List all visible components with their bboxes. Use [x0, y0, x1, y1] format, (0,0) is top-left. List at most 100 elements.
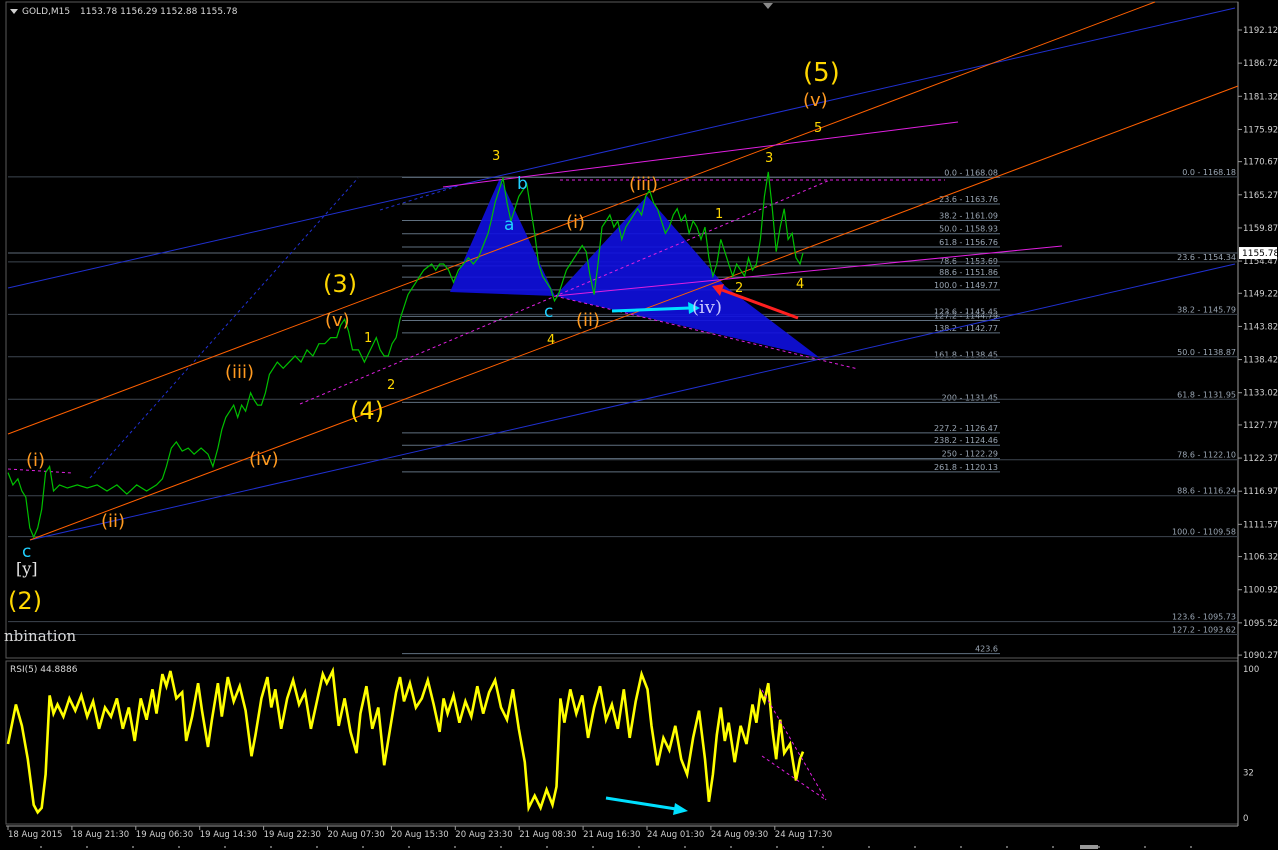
time-tick-label: 19 Aug 14:30	[200, 830, 257, 840]
wave-label: (4)	[350, 397, 384, 425]
wave-label: (iii)	[225, 362, 254, 383]
wave-label: 5	[814, 121, 822, 136]
wave-label: (iv)	[692, 297, 722, 318]
scroll-strip-dot	[224, 846, 226, 848]
rsi-scale-label: 0	[1243, 814, 1248, 824]
price-tick-label: 1181.32	[1243, 92, 1278, 102]
fib-level-label: 23.6 - 1163.76	[939, 195, 998, 204]
price-tick-label: 1143.82	[1243, 322, 1278, 332]
fib-level-label: 61.8 - 1131.95	[1177, 390, 1236, 399]
wave-label: (5)	[803, 58, 840, 88]
fib-level-label: 161.8 - 1138.45	[934, 350, 998, 359]
scroll-strip-dot	[86, 846, 88, 848]
scroll-strip-dot	[868, 846, 870, 848]
fib-level-label: 200 - 1131.45	[942, 393, 998, 402]
wave-label: [y]	[16, 559, 38, 578]
scroll-strip-dot	[730, 846, 732, 848]
wave-label: (v)	[325, 310, 350, 331]
time-tick-label: 19 Aug 06:30	[136, 830, 193, 840]
time-tick-label: 20 Aug 15:30	[391, 830, 448, 840]
price-tick-label: 1122.37	[1243, 454, 1278, 464]
wave-label: 2	[387, 378, 395, 393]
scroll-strip-dot	[408, 846, 410, 848]
wave-label: (i)	[26, 450, 45, 471]
current-price-marker: 1155.78	[1239, 247, 1278, 260]
price-tick-label: 1090.27	[1243, 651, 1278, 661]
scroll-strip-dot	[1144, 846, 1146, 848]
fib-level-label: 227.2 - 1126.47	[934, 424, 998, 433]
scroll-strip-dot	[546, 846, 548, 848]
price-tick-label: 1133.02	[1243, 389, 1278, 399]
rsi-scale-label: 100	[1243, 665, 1259, 675]
fib-level-label: 50.0 - 1138.87	[1177, 348, 1236, 357]
scroll-strip-dot	[1052, 846, 1054, 848]
fib-level-label: 78.6 - 1122.10	[1177, 451, 1236, 460]
fib-level-label: 127.2 - 1144.79	[934, 311, 998, 320]
ohlc-readout: 1153.78 1156.29 1152.88 1155.78	[80, 7, 238, 17]
scroll-strip-dot	[178, 846, 180, 848]
fib-level-label: 238.2 - 1124.46	[934, 436, 998, 445]
fib-level-label: 88.6 - 1116.24	[1177, 487, 1236, 496]
price-tick-label: 1175.92	[1243, 125, 1278, 135]
time-tick-label: 18 Aug 2015	[8, 830, 62, 840]
wave-label: a	[504, 215, 514, 235]
time-tick-label: 18 Aug 21:30	[72, 830, 129, 840]
fib-level-label: 0.0 - 1168.18	[1182, 168, 1236, 177]
fib-level-label: 100.0 - 1109.58	[1172, 528, 1236, 537]
rsi-scale-label: 32	[1243, 768, 1254, 778]
price-tick-label: 1170.67	[1243, 158, 1278, 168]
scroll-strip-dot	[40, 846, 42, 848]
wave-label: (3)	[323, 270, 357, 298]
time-tick-label: 21 Aug 08:30	[519, 830, 576, 840]
fib-level-label: 61.8 - 1156.76	[939, 238, 998, 247]
wave-label: (ii)	[101, 511, 125, 532]
time-tick-label: 21 Aug 16:30	[583, 830, 640, 840]
wave-label: 2	[735, 281, 743, 296]
scroll-strip-dot	[822, 846, 824, 848]
fib-level-label: 100.0 - 1149.77	[934, 281, 998, 290]
price-tick-label: 1192.12	[1243, 26, 1278, 36]
scroll-strip-dot	[684, 846, 686, 848]
scroll-strip-dot	[1190, 846, 1192, 848]
wave-label: b	[517, 174, 528, 194]
fib-level-label: 50.0 - 1158.93	[939, 225, 998, 234]
scroll-strip-dot	[270, 846, 272, 848]
scroll-strip-dot	[638, 846, 640, 848]
price-tick-label: 1116.97	[1243, 487, 1278, 497]
price-tick-label: 1100.92	[1243, 586, 1278, 596]
wave-label: (2)	[8, 587, 42, 615]
time-tick-label: 20 Aug 23:30	[455, 830, 512, 840]
fib-level-label: 0.0 - 1168.08	[944, 169, 998, 178]
current-price-label: 1155.78	[1242, 249, 1278, 259]
fib-level-label: 127.2 - 1093.62	[1172, 626, 1236, 635]
scroll-strip-dot	[914, 846, 916, 848]
scrollbar-thumb[interactable]	[1080, 845, 1098, 849]
wave-label: (v)	[803, 90, 828, 111]
fib-level-label: 423.6	[975, 645, 998, 654]
wave-label: c	[544, 302, 553, 322]
fib-level-label: 38.2 - 1145.79	[1177, 305, 1236, 314]
wave-label: (ii)	[576, 310, 600, 331]
scroll-strip-dot	[454, 846, 456, 848]
wave-label: 1	[364, 331, 372, 346]
price-tick-label: 1165.27	[1243, 191, 1278, 201]
wave-label: 4	[796, 277, 804, 292]
wave-label: 3	[492, 149, 500, 164]
chart-canvas: 0.0 - 1168.08 23.6 - 1163.76 38.2 - 1161.0…	[0, 0, 1278, 850]
scroll-strip-dot	[316, 846, 318, 848]
fib-level-label: 123.6 - 1095.73	[1172, 613, 1236, 622]
fib-level-label: 78.6 - 1153.69	[939, 257, 998, 266]
fib-level-label: 88.6 - 1151.86	[939, 268, 998, 277]
symbol-label: GOLD,M15	[22, 7, 70, 17]
price-tick-label: 1186.72	[1243, 59, 1278, 69]
price-tick-label: 1138.42	[1243, 356, 1278, 366]
wave-label: (i)	[566, 212, 585, 233]
scroll-strip-dot	[960, 846, 962, 848]
scroll-strip-dot	[500, 846, 502, 848]
price-tick-label: 1111.57	[1243, 520, 1278, 530]
time-tick-label: 19 Aug 22:30	[264, 830, 321, 840]
scroll-strip-dot	[362, 846, 364, 848]
price-tick-label: 1106.32	[1243, 553, 1278, 563]
wave-label: (iii)	[629, 174, 658, 195]
scroll-strip-dot	[132, 846, 134, 848]
